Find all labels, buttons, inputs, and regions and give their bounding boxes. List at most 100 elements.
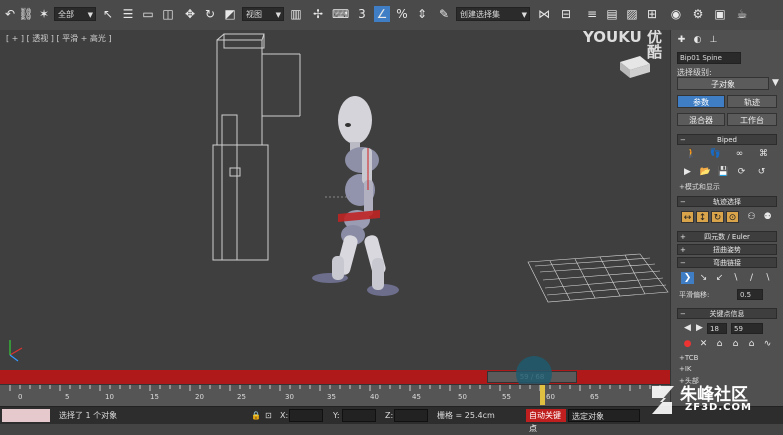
perspective-viewport[interactable]: [ + ] [ 透视 ] [ 平滑 + 高光 ] YOUKU 优酷 xyxy=(0,30,670,370)
create-tab-icon[interactable]: ✚ xyxy=(675,34,688,46)
move-all-icon[interactable]: ↺ xyxy=(755,166,768,178)
figure-mode-icon[interactable]: 🚶 xyxy=(685,148,698,160)
collapse-icon: − xyxy=(680,310,686,318)
symmetrical-icon[interactable]: ⚇ xyxy=(745,211,758,223)
manipulate-icon[interactable]: ✢ xyxy=(310,6,326,22)
mixer-mode-icon[interactable]: ⌘ xyxy=(757,148,770,160)
rollout-bend-links[interactable]: − 弯曲链接 xyxy=(677,257,777,268)
track-bar[interactable]: 0 5 10 15 20 25 30 35 40 45 50 55 60 65 xyxy=(0,384,670,407)
convert-icon[interactable]: ⟳ xyxy=(735,166,748,178)
selection-filter-dropdown[interactable]: 全部 ▼ xyxy=(54,7,96,21)
set-key-filter-dropdown[interactable]: 选定对象 xyxy=(568,409,640,422)
smooth-twist-icon[interactable]: ∖ xyxy=(729,272,742,284)
opposite-icon[interactable]: ⚉ xyxy=(761,211,774,223)
tab-workbench[interactable]: 工作台 xyxy=(727,113,777,126)
body-vertical-icon[interactable]: ↕ xyxy=(696,211,709,223)
bend-links-mode-icon[interactable]: ❯ xyxy=(681,272,694,284)
trajectory-curve-icon[interactable]: ∿ xyxy=(761,338,774,350)
curve-editor-icon[interactable]: ▨ xyxy=(624,6,640,22)
schematic-view-icon[interactable]: ⊞ xyxy=(644,6,660,22)
layer-manager-icon[interactable]: ≡ xyxy=(584,6,600,22)
absolute-mode-icon[interactable]: ⊡ xyxy=(262,409,276,422)
maxscript-listener-mini[interactable] xyxy=(2,409,50,422)
mirror-icon[interactable]: ⋈ xyxy=(536,6,552,22)
lock-icon[interactable]: 🔒 xyxy=(248,409,262,422)
save-file-icon[interactable]: 💾 xyxy=(717,166,730,178)
render-setup-icon[interactable]: ⚙ xyxy=(690,6,706,22)
key-time-field[interactable]: 59 xyxy=(731,323,763,334)
spinner-snap-icon[interactable]: ⇕ xyxy=(414,6,430,22)
keyboard-shortcut-override-icon[interactable]: ⌨ xyxy=(332,6,349,22)
object-name-field[interactable]: Bip01 Spine xyxy=(677,52,741,64)
motion-flow-icon[interactable]: ∞ xyxy=(733,148,746,160)
chevron-down-icon[interactable]: ▼ xyxy=(769,77,782,89)
link-icon[interactable]: ⛓ xyxy=(18,6,34,22)
reference-coordinate-value: 视图 xyxy=(246,10,262,19)
modify-tab-icon[interactable]: ◐ xyxy=(691,34,704,46)
next-key-icon[interactable]: ▶ xyxy=(693,322,706,334)
named-selection-dropdown[interactable]: 创建选择集 ▼ xyxy=(456,7,530,21)
graphite-tools-icon[interactable]: ▤ xyxy=(604,6,620,22)
ik-label[interactable]: +IK xyxy=(679,365,692,373)
render-production-icon[interactable]: ☕ xyxy=(734,6,750,22)
y-coordinate-field[interactable] xyxy=(342,409,376,422)
tcb-label[interactable]: +TCB xyxy=(679,354,698,362)
angle-snap-icon[interactable]: ∠ xyxy=(374,6,390,22)
rollout-biped[interactable]: − Biped xyxy=(677,134,777,145)
tick-label: 35 xyxy=(327,393,336,401)
select-move-icon[interactable]: ✥ xyxy=(182,6,198,22)
reference-coordinate-dropdown[interactable]: 视图 ▼ xyxy=(242,7,284,21)
rectangular-selection-icon[interactable]: ▭ xyxy=(140,6,156,22)
z-label: Z: xyxy=(385,411,394,420)
zero-all-icon[interactable]: ∖ xyxy=(761,272,774,284)
tab-parameters[interactable]: 参数 xyxy=(677,95,725,108)
twist-links-icon[interactable]: ↘ xyxy=(697,272,710,284)
mode-display-label[interactable]: +模式和显示 xyxy=(679,182,720,192)
percent-snap-icon[interactable]: % xyxy=(394,6,410,22)
set-key-icon[interactable]: ● xyxy=(681,338,694,350)
zero-twist-icon[interactable]: ∕ xyxy=(745,272,758,284)
key-number-field[interactable]: 18 xyxy=(707,323,727,334)
rollout-title: 四元数 / Euler xyxy=(704,233,750,241)
body-rotation-icon[interactable]: ↻ xyxy=(711,211,724,223)
rollout-key-info[interactable]: − 关键点信息 xyxy=(677,308,777,319)
delete-key-icon[interactable]: ✕ xyxy=(697,338,710,350)
twist-individual-icon[interactable]: ↙ xyxy=(713,272,726,284)
pivot-center-icon[interactable]: ▥ xyxy=(288,6,304,22)
set-sliding-key-icon[interactable]: ⌂ xyxy=(729,338,742,350)
current-key-marker[interactable] xyxy=(540,385,545,405)
body-horizontal-icon[interactable]: ↔ xyxy=(681,211,694,223)
x-coordinate-field[interactable] xyxy=(289,409,323,422)
bind-space-warp-icon[interactable]: ✶ xyxy=(36,6,52,22)
hierarchy-tab-icon[interactable]: ⊥ xyxy=(707,34,720,46)
footstep-mode-icon[interactable]: 👣 xyxy=(709,148,722,160)
align-icon[interactable]: ⊟ xyxy=(558,6,574,22)
rollout-twist-poses[interactable]: + 扭曲姿势 xyxy=(677,244,777,255)
rollout-title: 扭曲姿势 xyxy=(713,246,741,254)
auto-key-button[interactable]: 自动关键点 xyxy=(526,409,566,433)
tab-mixer[interactable]: 混合器 xyxy=(677,113,725,126)
set-free-key-icon[interactable]: ⌂ xyxy=(745,338,758,350)
select-object-icon[interactable]: ↖ xyxy=(100,6,116,22)
select-scale-icon[interactable]: ◩ xyxy=(222,6,238,22)
set-planted-key-icon[interactable]: ⌂ xyxy=(713,338,726,350)
select-rotate-icon[interactable]: ↻ xyxy=(202,6,218,22)
sub-object-button[interactable]: 子对象 xyxy=(677,77,769,90)
edit-named-selection-icon[interactable]: ✎ xyxy=(436,6,452,22)
tick-label: 20 xyxy=(195,393,204,401)
tab-trajectories[interactable]: 轨迹 xyxy=(727,95,777,108)
tick-label: 55 xyxy=(502,393,511,401)
rollout-quaternion-euler[interactable]: + 四元数 / Euler xyxy=(677,231,777,242)
rendered-frame-window-icon[interactable]: ▣ xyxy=(712,6,728,22)
open-file-icon[interactable]: ▶ xyxy=(681,166,694,178)
z-coordinate-field[interactable] xyxy=(394,409,428,422)
material-editor-icon[interactable]: ◉ xyxy=(668,6,684,22)
smooth-bias-field[interactable]: 0.5 xyxy=(737,289,763,300)
undo-icon[interactable]: ↶ xyxy=(2,6,18,22)
lock-com-icon[interactable]: ⊙ xyxy=(726,211,739,223)
select-by-name-icon[interactable]: ☰ xyxy=(120,6,136,22)
rollout-track-selection[interactable]: − 轨迹选择 xyxy=(677,196,777,207)
load-file-icon[interactable]: 📂 xyxy=(699,166,712,178)
window-crossing-icon[interactable]: ◫ xyxy=(160,6,176,22)
snap-toggle-icon[interactable]: 3 xyxy=(354,6,370,22)
